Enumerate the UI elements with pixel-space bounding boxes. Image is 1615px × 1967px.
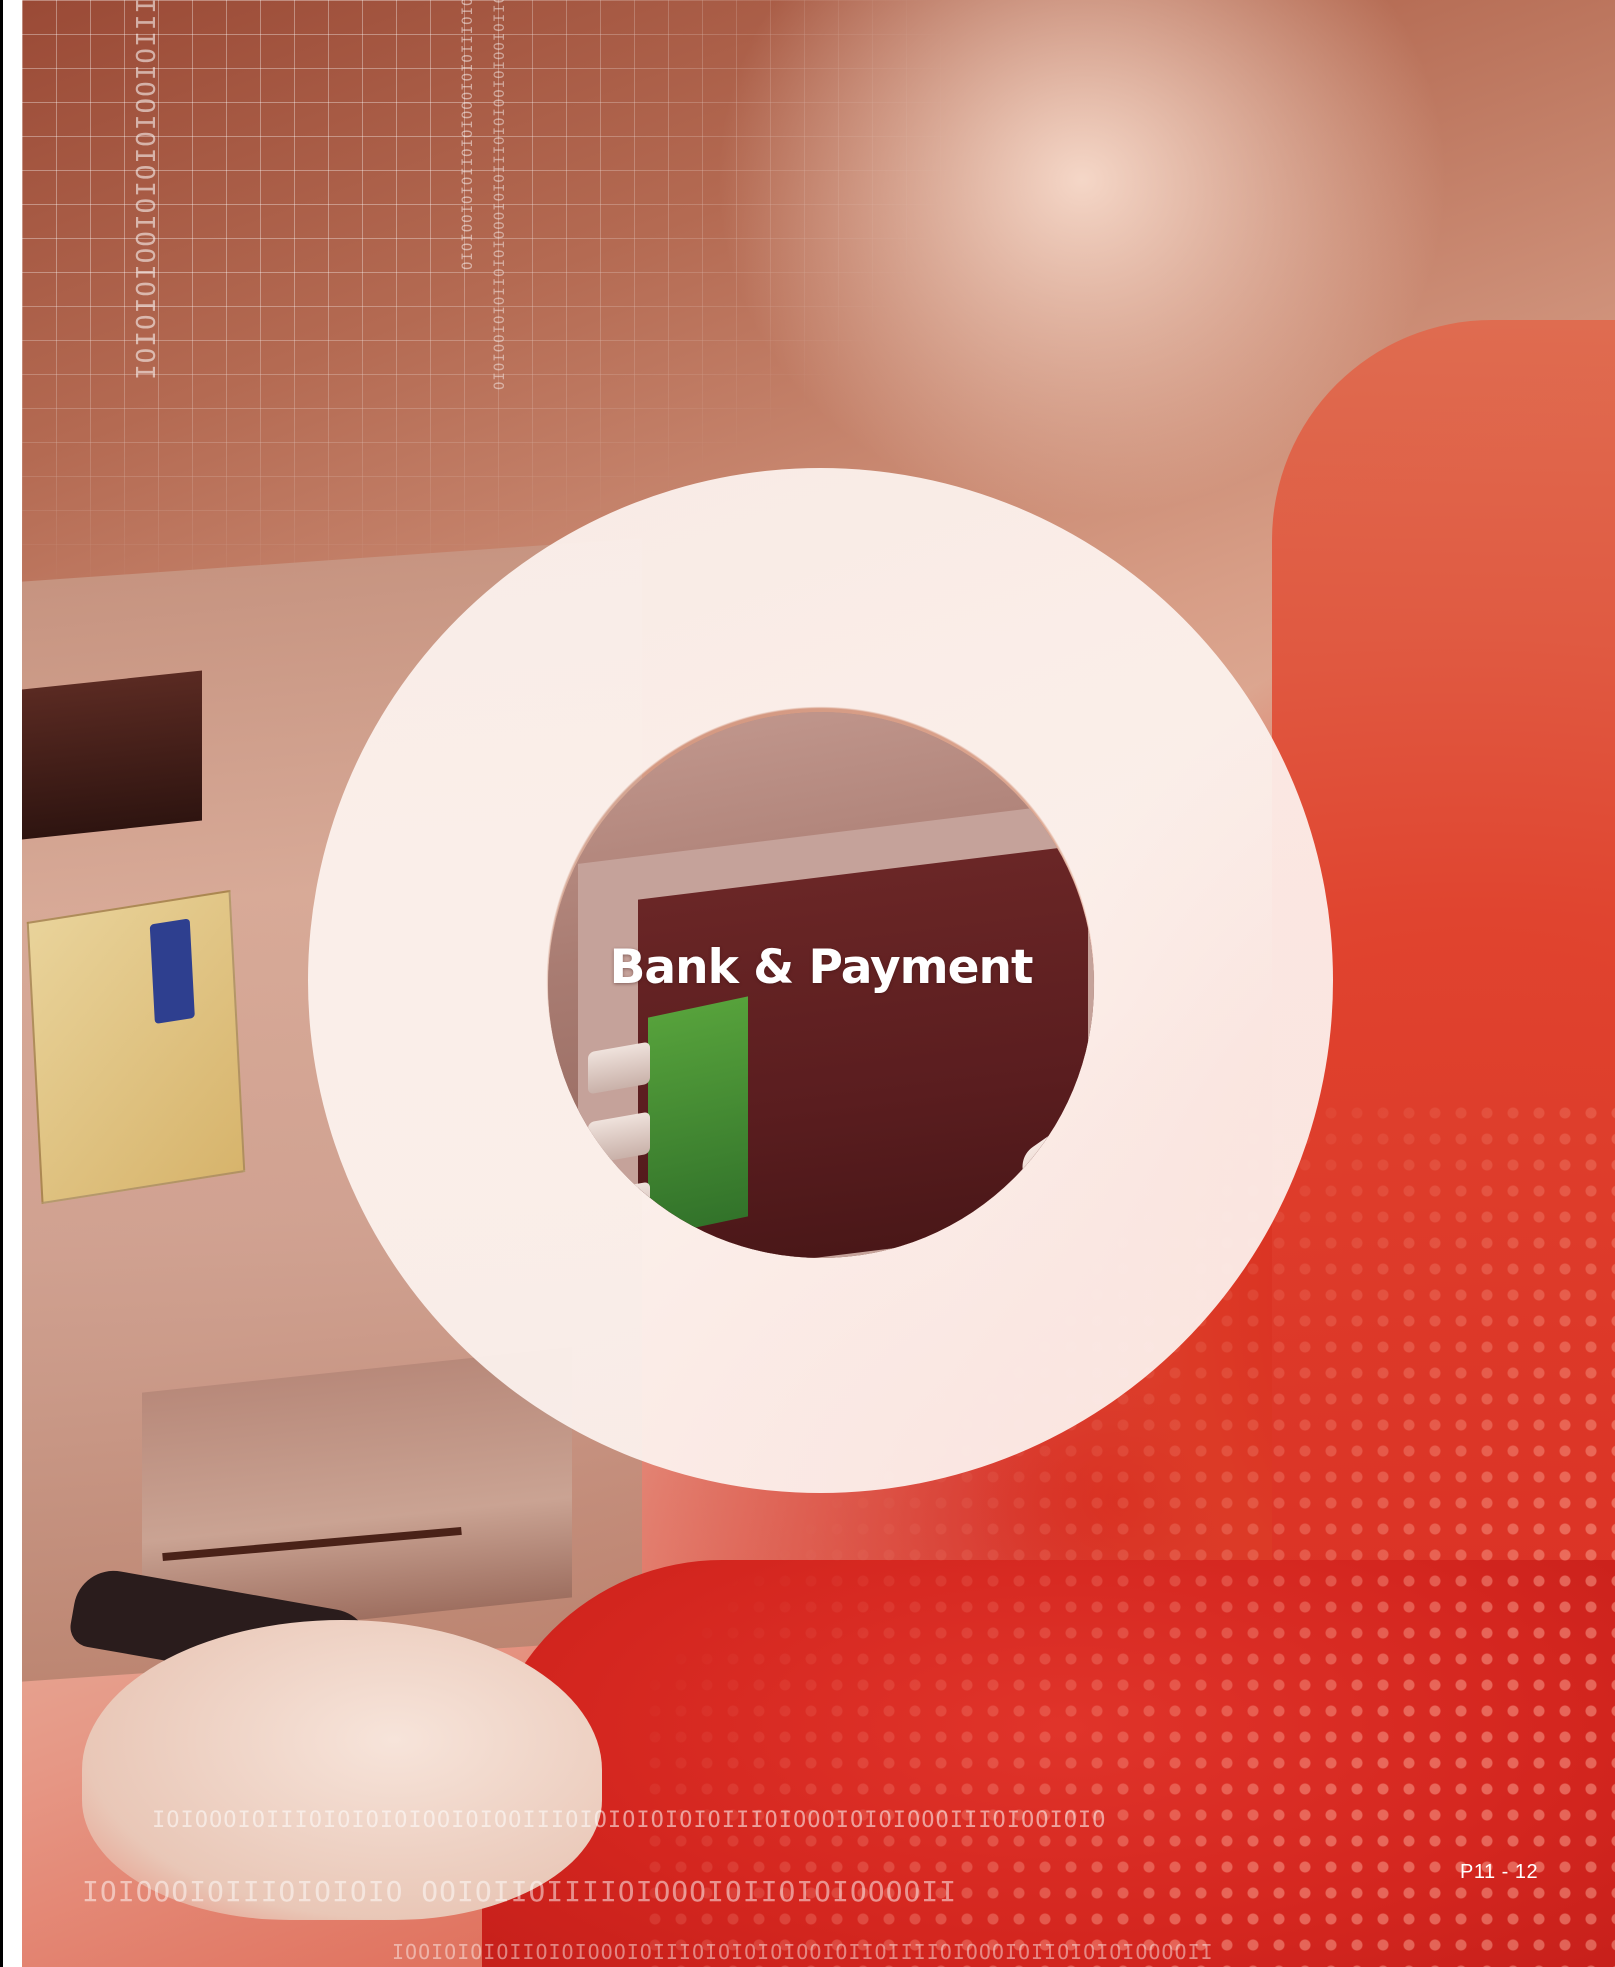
- atm-card-slot: [22, 670, 202, 840]
- binary-stream-decoration: OIOIOOIOIOIIOIOIOOOIOIOIIIOIOIOOIOIOOIOI…: [460, 0, 476, 270]
- card-stripe: [149, 918, 195, 1024]
- binary-stream-decoration: IOIOOOIOIIIOIOIOIOIOOIOIOOIIIOIOIOIOIOIO…: [152, 1808, 1107, 1833]
- atm-screen-green-panel: [648, 996, 748, 1238]
- atm-card-reader: [26, 889, 246, 1205]
- binary-stream-decoration: IOOIOIOIOIIOIOIOOOIOIIIOIOIOIOIOOIOIIOII…: [392, 1940, 1214, 1964]
- binary-stream-decoration: IOIOOOIOIIIOIOIOIO OOIOIIOIIIIOIOOOIOIIO…: [82, 1875, 958, 1908]
- cover-page: IOIOIOIOOIOIOIOIOOIOIIIOIOIOIOIOIOIIIO O…: [0, 0, 1615, 1967]
- binary-stream-decoration: OIOIOOIOIOIIOIOIOOOIOIOIIIOIOIOOIOIOOIOI…: [492, 0, 508, 390]
- binary-stream-decoration: IOIOIOIOOIOIOIOIOOIOIIIOIOIOIOIOIOIIIO: [132, 0, 162, 380]
- left-border-rule: [0, 0, 3, 1967]
- section-title: Bank & Payment: [609, 940, 1034, 995]
- page-number: P11 - 12: [1460, 1861, 1539, 1883]
